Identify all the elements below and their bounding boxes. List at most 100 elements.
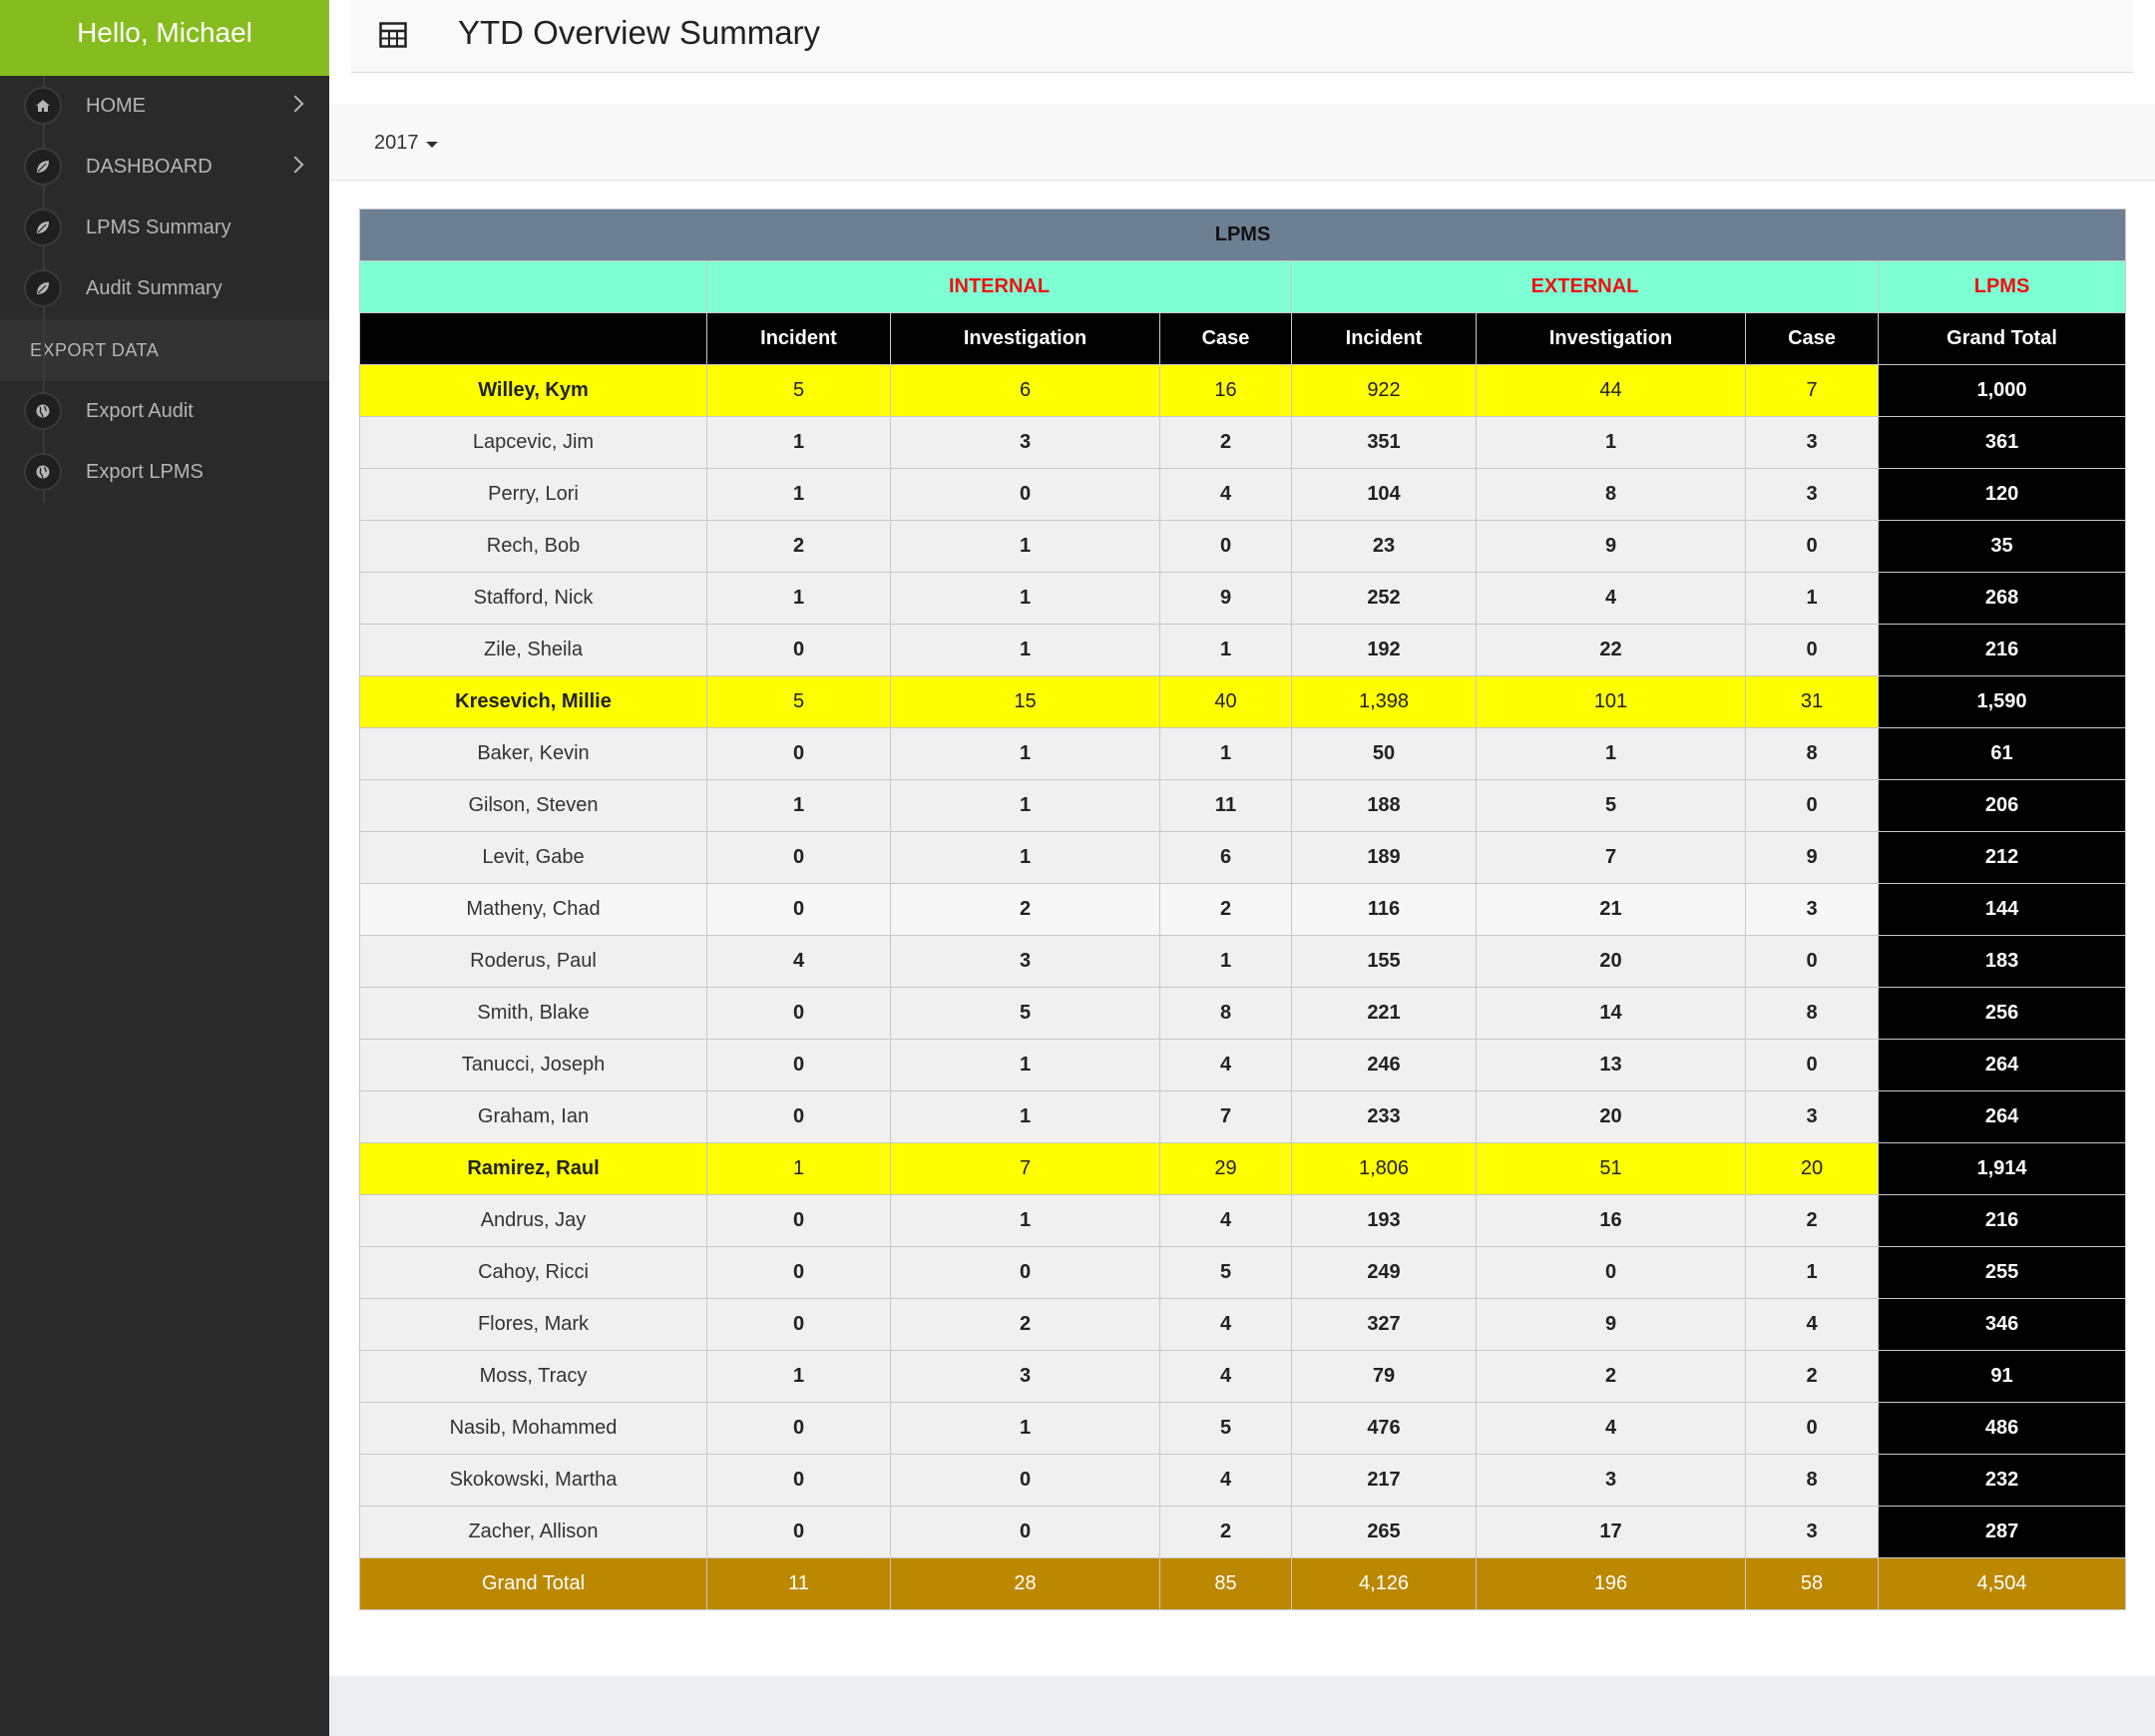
column-header[interactable]: Grand Total	[1877, 312, 2127, 365]
column-header[interactable]: Case	[1745, 312, 1879, 365]
table-row: Graham, Ian 0 1 7 233 20 3 264	[359, 1090, 2127, 1143]
value-cell: 0	[706, 1194, 891, 1247]
value-cell: 3	[890, 1350, 1160, 1403]
value-cell: 0	[706, 987, 891, 1040]
value-cell: 4	[1159, 1298, 1292, 1351]
value-cell: 1	[706, 1350, 891, 1403]
value-cell: 189	[1291, 831, 1477, 884]
value-cell: 1	[706, 468, 891, 521]
grand-total-value: 11	[706, 1557, 891, 1610]
column-header[interactable]: Case	[1159, 312, 1292, 365]
value-cell: 1	[1159, 935, 1292, 988]
grand-total-cell: 268	[1877, 572, 2127, 625]
value-cell: 1,806	[1291, 1142, 1477, 1195]
value-cell: 0	[1159, 520, 1292, 573]
column-header[interactable]: Incident	[706, 312, 891, 365]
table-row: Moss, Tracy 1 3 4 79 2 2 91	[359, 1350, 2127, 1403]
column-header-row: Incident Investigation Case Incident Inv…	[359, 312, 2127, 365]
value-cell: 1,398	[1291, 675, 1477, 728]
value-cell: 9	[1745, 831, 1879, 884]
value-cell: 0	[890, 1246, 1160, 1299]
value-cell: 1	[890, 520, 1160, 573]
table-row: Andrus, Jay 0 1 4 193 16 2 216	[359, 1194, 2127, 1247]
manager-name-cell: Willey, Kym	[359, 364, 707, 417]
sidebar-item-export-lpms[interactable]: Export LPMS	[0, 442, 329, 503]
employee-name-cell: Stafford, Nick	[359, 572, 707, 625]
sidebar-item-home[interactable]: HOME	[0, 76, 329, 137]
value-cell: 0	[706, 1298, 891, 1351]
employee-name-cell: Flores, Mark	[359, 1298, 707, 1351]
sidebar-item-label: Export LPMS	[86, 461, 204, 483]
value-cell: 1	[1476, 416, 1746, 469]
value-cell: 1	[890, 1090, 1160, 1143]
grand-total-cell: 1,914	[1877, 1142, 2127, 1195]
employee-name-cell: Lapcevic, Jim	[359, 416, 707, 469]
export-nav: Export Audit Export LPMS	[0, 381, 329, 503]
value-cell: 0	[706, 1039, 891, 1091]
table-title-row: LPMS	[358, 209, 2127, 261]
employee-name-cell: Rech, Bob	[359, 520, 707, 573]
content-panel: LPMS INTERNAL EXTERNAL LPMS Incident Inv…	[329, 182, 2155, 1676]
value-cell: 4	[1159, 1350, 1292, 1403]
value-cell: 1	[706, 572, 891, 625]
sidebar-item-dashboard[interactable]: DASHBOARD	[0, 137, 329, 198]
column-header[interactable]: Investigation	[1476, 312, 1746, 365]
group-header-external: EXTERNAL	[1291, 260, 1879, 313]
value-cell: 0	[706, 883, 891, 936]
value-cell: 155	[1291, 935, 1477, 988]
table-row: Skokowski, Martha 0 0 4 217 3 8 232	[359, 1454, 2127, 1507]
page-title: YTD Overview Summary	[458, 14, 821, 51]
value-cell: 0	[706, 1246, 891, 1299]
table-row: Gilson, Steven 1 1 11 188 5 0 206	[359, 779, 2127, 832]
employee-name-cell: Matheny, Chad	[359, 883, 707, 936]
value-cell: 476	[1291, 1402, 1477, 1455]
grand-total-cell: 144	[1877, 883, 2127, 936]
value-cell: 9	[1476, 520, 1746, 573]
employee-name-cell: Zile, Sheila	[359, 624, 707, 676]
sidebar-item-label: Audit Summary	[86, 277, 222, 299]
value-cell: 249	[1291, 1246, 1477, 1299]
table-row: Rech, Bob 2 1 0 23 9 0 35	[359, 520, 2127, 573]
value-cell: 1	[890, 1039, 1160, 1091]
value-cell: 1	[706, 1142, 891, 1195]
caret-down-icon[interactable]	[426, 142, 438, 148]
sidebar-item-audit-summary[interactable]: Audit Summary	[0, 258, 329, 319]
value-cell: 21	[1476, 883, 1746, 936]
column-header[interactable]: Incident	[1291, 312, 1477, 365]
value-cell: 1	[890, 779, 1160, 832]
value-cell: 20	[1476, 1090, 1746, 1143]
table-row: Lapcevic, Jim 1 3 2 351 1 3 361	[359, 416, 2127, 469]
globe-icon	[24, 453, 62, 491]
value-cell: 3	[1745, 1090, 1879, 1143]
table-row: Perry, Lori 1 0 4 104 8 3 120	[359, 468, 2127, 521]
value-cell: 0	[706, 1506, 891, 1558]
value-cell: 1	[890, 727, 1160, 780]
grand-total-cell: 287	[1877, 1506, 2127, 1558]
value-cell: 4	[1159, 1194, 1292, 1247]
grand-total-value: 4,126	[1291, 1557, 1477, 1610]
manager-row: Kresevich, Millie 5 15 40 1,398 101 31 1,590	[359, 675, 2127, 728]
value-cell: 0	[1745, 1039, 1879, 1091]
value-cell: 351	[1291, 416, 1477, 469]
value-cell: 1	[1159, 624, 1292, 676]
year-dropdown[interactable]: 2017	[374, 132, 419, 155]
sidebar-item-lpms-summary[interactable]: LPMS Summary	[0, 198, 329, 258]
value-cell: 1	[706, 779, 891, 832]
value-cell: 3	[1476, 1454, 1746, 1507]
column-header-name	[359, 312, 707, 365]
value-cell: 9	[1476, 1298, 1746, 1351]
grand-total-cell: 183	[1877, 935, 2127, 988]
group-header-empty	[359, 260, 707, 313]
sidebar-section-export-data: EXPORT DATA	[0, 319, 329, 381]
manager-name-cell: Kresevich, Millie	[359, 675, 707, 728]
table-row: Flores, Mark 0 2 4 327 9 4 346	[359, 1298, 2127, 1351]
value-cell: 0	[706, 1402, 891, 1455]
sidebar-nav: HOME DASHBOARD LPMS Summary Audit Summar…	[0, 76, 329, 380]
value-cell: 0	[1745, 935, 1879, 988]
greeting: Hello, Michael	[0, 0, 329, 76]
value-cell: 1	[1745, 572, 1879, 625]
column-header[interactable]: Investigation	[890, 312, 1160, 365]
sidebar-item-export-audit[interactable]: Export Audit	[0, 381, 329, 442]
value-cell: 15	[890, 675, 1160, 728]
table-icon	[379, 22, 407, 48]
